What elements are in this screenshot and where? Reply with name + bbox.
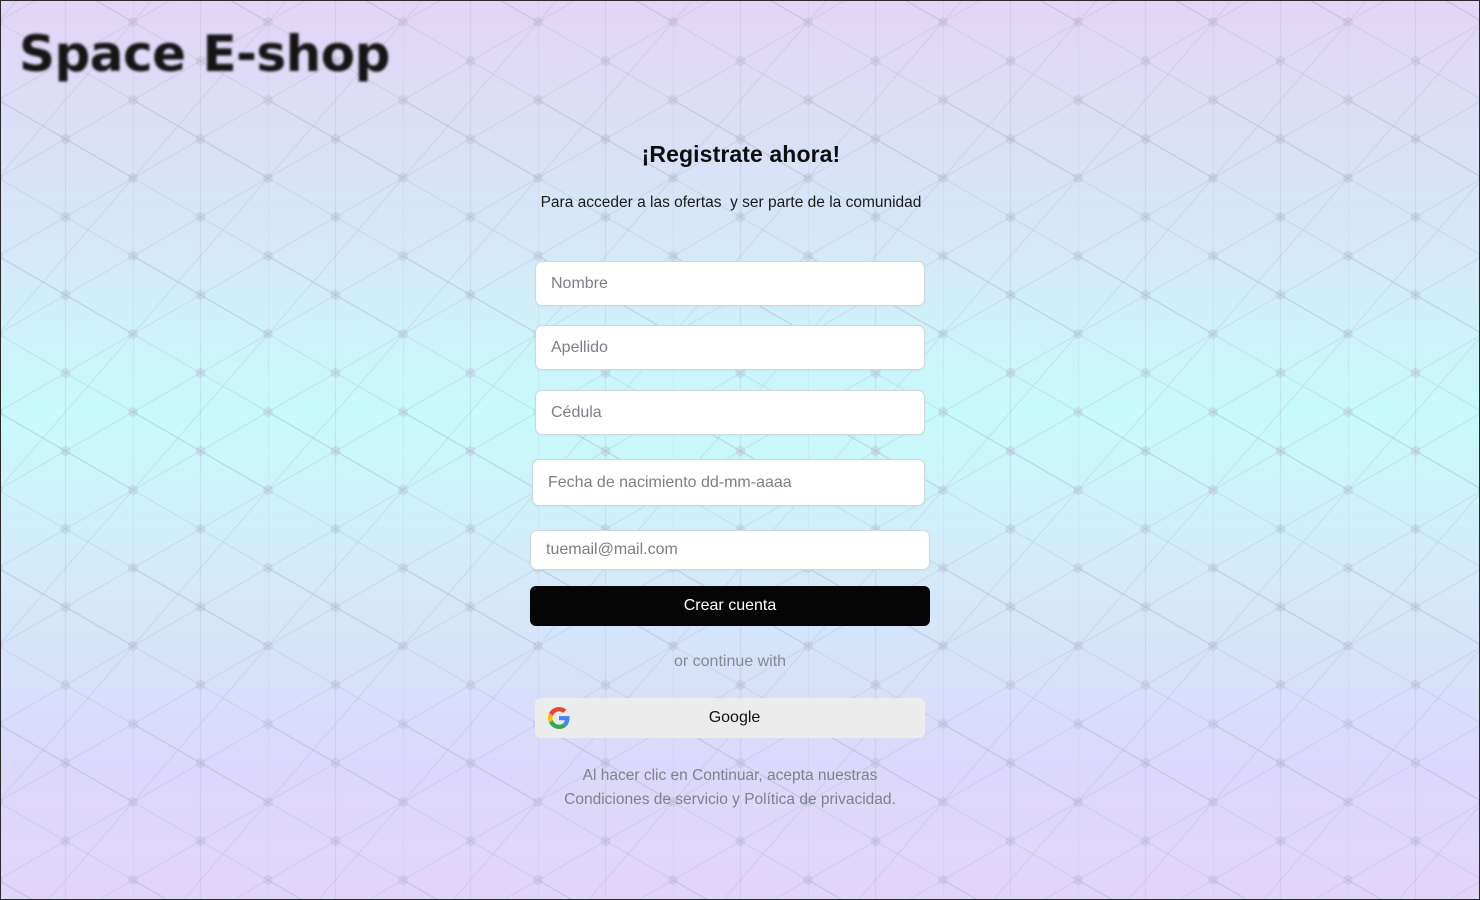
email-input[interactable] [530, 530, 930, 570]
first-name-input[interactable] [535, 261, 925, 306]
legal-line-1: Al hacer clic en Continuar, acepta nuest… [582, 767, 878, 784]
google-signin-button[interactable]: Google [535, 698, 925, 738]
brand-logo[interactable]: Space E-shop [19, 29, 390, 79]
last-name-input[interactable] [535, 325, 925, 370]
page-title: ¡Registrate ahora! [641, 141, 841, 167]
google-button-label: Google [708, 709, 761, 726]
id-number-input[interactable] [535, 390, 925, 435]
birth-date-input[interactable] [532, 459, 925, 506]
legal-notice: Al hacer clic en Continuar, acepta nuest… [480, 764, 980, 812]
create-account-button[interactable]: Crear cuenta [530, 586, 930, 626]
page-subtitle: Para acceder a las ofertas y ser parte d… [540, 194, 922, 211]
continue-with-divider: or continue with [673, 653, 787, 670]
signup-page: Space E-shop ¡Registrate ahora! Para acc… [0, 0, 1480, 900]
legal-line-2[interactable]: Condiciones de servicio y Política de pr… [480, 788, 980, 812]
